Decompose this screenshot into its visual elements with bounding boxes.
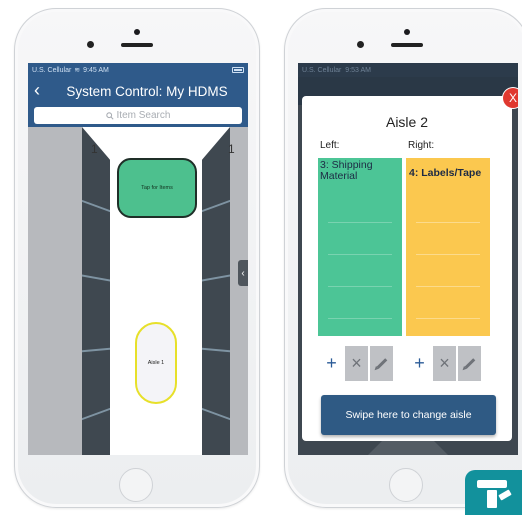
- status-bar: U.S. Cellular ≋ 9:45 AM: [28, 63, 248, 77]
- earpiece-speaker: [391, 43, 423, 47]
- right-add-button[interactable]: +: [408, 346, 431, 381]
- carrier-label: U.S. Cellular: [32, 66, 72, 74]
- left-screen: U.S. Cellular ≋ 9:45 AM ‹ System Control…: [28, 63, 248, 455]
- back-chevron-icon[interactable]: ‹: [34, 81, 40, 99]
- close-glyph: X: [508, 91, 517, 105]
- row-divider: [416, 286, 480, 287]
- edit-pencil-icon: [376, 358, 387, 369]
- right-edit-button[interactable]: [458, 346, 481, 381]
- side-drawer-tab[interactable]: ‹: [238, 260, 248, 286]
- logo-shape: [487, 490, 497, 508]
- swipe-change-aisle-button[interactable]: Swipe here to change aisle: [321, 395, 496, 435]
- shelf-divider: [82, 347, 110, 353]
- delete-icon: ×: [439, 353, 450, 373]
- front-camera: [87, 41, 94, 48]
- left-rack[interactable]: [82, 127, 110, 455]
- row-divider: [416, 254, 480, 255]
- left-wall: [28, 127, 82, 455]
- status-bar: U.S. Cellular 9:53 AM: [298, 63, 518, 77]
- row-divider: [328, 318, 392, 319]
- logo-shape: [498, 489, 512, 501]
- search-icon: [105, 111, 114, 120]
- aisle-modal: Aisle 2 Left: Right: 3: Shipping Materia…: [302, 96, 512, 441]
- left-phone-frame: U.S. Cellular ≋ 9:45 AM ‹ System Control…: [14, 8, 260, 508]
- right-shelf-column[interactable]: 4: Labels/Tape: [406, 158, 490, 336]
- left-shelf-item[interactable]: 3: Shipping Material: [320, 160, 402, 182]
- battery-icon: [232, 67, 244, 73]
- shelf-divider: [202, 274, 230, 282]
- right-label: Right:: [408, 140, 435, 151]
- left-add-button[interactable]: +: [320, 346, 343, 381]
- shelf-divider: [202, 407, 230, 421]
- right-rack-number: 1: [228, 142, 235, 156]
- home-button[interactable]: [389, 468, 423, 502]
- front-camera: [357, 41, 364, 48]
- status-time: 9:45 AM: [83, 66, 109, 74]
- right-screen: U.S. Cellular 9:53 AM Aisle 2 Left: Righ…: [298, 63, 518, 455]
- camera-dot: [404, 29, 410, 35]
- delete-icon: ×: [351, 353, 362, 373]
- logo-shape: [477, 480, 507, 488]
- wifi-icon: ≋: [74, 67, 81, 74]
- tap-for-items-button[interactable]: Tap for Items: [117, 158, 197, 218]
- search-bar: Item Search: [28, 105, 248, 127]
- left-rack-number: 1: [91, 142, 98, 156]
- left-shelf-column[interactable]: 3: Shipping Material: [318, 158, 402, 336]
- search-input[interactable]: Item Search: [34, 107, 242, 124]
- chevron-left-icon: ‹: [241, 267, 245, 279]
- add-icon: +: [326, 353, 337, 373]
- shelf-divider: [202, 347, 230, 353]
- close-icon[interactable]: X: [503, 88, 518, 108]
- search-placeholder: Item Search: [116, 110, 171, 121]
- row-divider: [416, 222, 480, 223]
- tap-for-items-label: Tap for Items: [141, 185, 173, 191]
- shelf-divider: [82, 407, 110, 421]
- right-delete-button[interactable]: ×: [433, 346, 456, 381]
- right-wall: [230, 127, 248, 455]
- edit-pencil-icon: [464, 358, 475, 369]
- right-shelf-item[interactable]: 4: Labels/Tape: [409, 168, 481, 179]
- right-rack[interactable]: [202, 127, 230, 455]
- shelf-divider: [82, 274, 110, 282]
- row-divider: [416, 318, 480, 319]
- row-divider: [328, 222, 392, 223]
- shelf-divider: [82, 199, 110, 213]
- earpiece-speaker: [121, 43, 153, 47]
- left-delete-button[interactable]: ×: [345, 346, 368, 381]
- home-button[interactable]: [119, 468, 153, 502]
- brand-logo-icon: [465, 470, 522, 515]
- nav-bar: ‹ System Control: My HDMS: [28, 77, 248, 105]
- shelf-divider: [202, 199, 230, 213]
- camera-dot: [134, 29, 140, 35]
- add-icon: +: [414, 353, 425, 373]
- aisle-label: Aisle 1: [147, 360, 165, 366]
- aisle-map: 1 1 Tap for Items Aisle 1 ‹: [28, 127, 248, 455]
- page-title: System Control: My HDMS: [66, 83, 228, 99]
- left-edit-button[interactable]: [370, 346, 393, 381]
- left-label: Left:: [320, 140, 340, 151]
- carrier-label: U.S. Cellular: [302, 66, 342, 74]
- status-time: 9:53 AM: [345, 66, 371, 74]
- modal-title: Aisle 2: [385, 114, 429, 130]
- row-divider: [328, 286, 392, 287]
- aisle-marker[interactable]: Aisle 1: [135, 322, 177, 404]
- swipe-label: Swipe here to change aisle: [345, 409, 472, 421]
- row-divider: [328, 254, 392, 255]
- right-phone-frame: U.S. Cellular 9:53 AM Aisle 2 Left: Righ…: [284, 8, 522, 508]
